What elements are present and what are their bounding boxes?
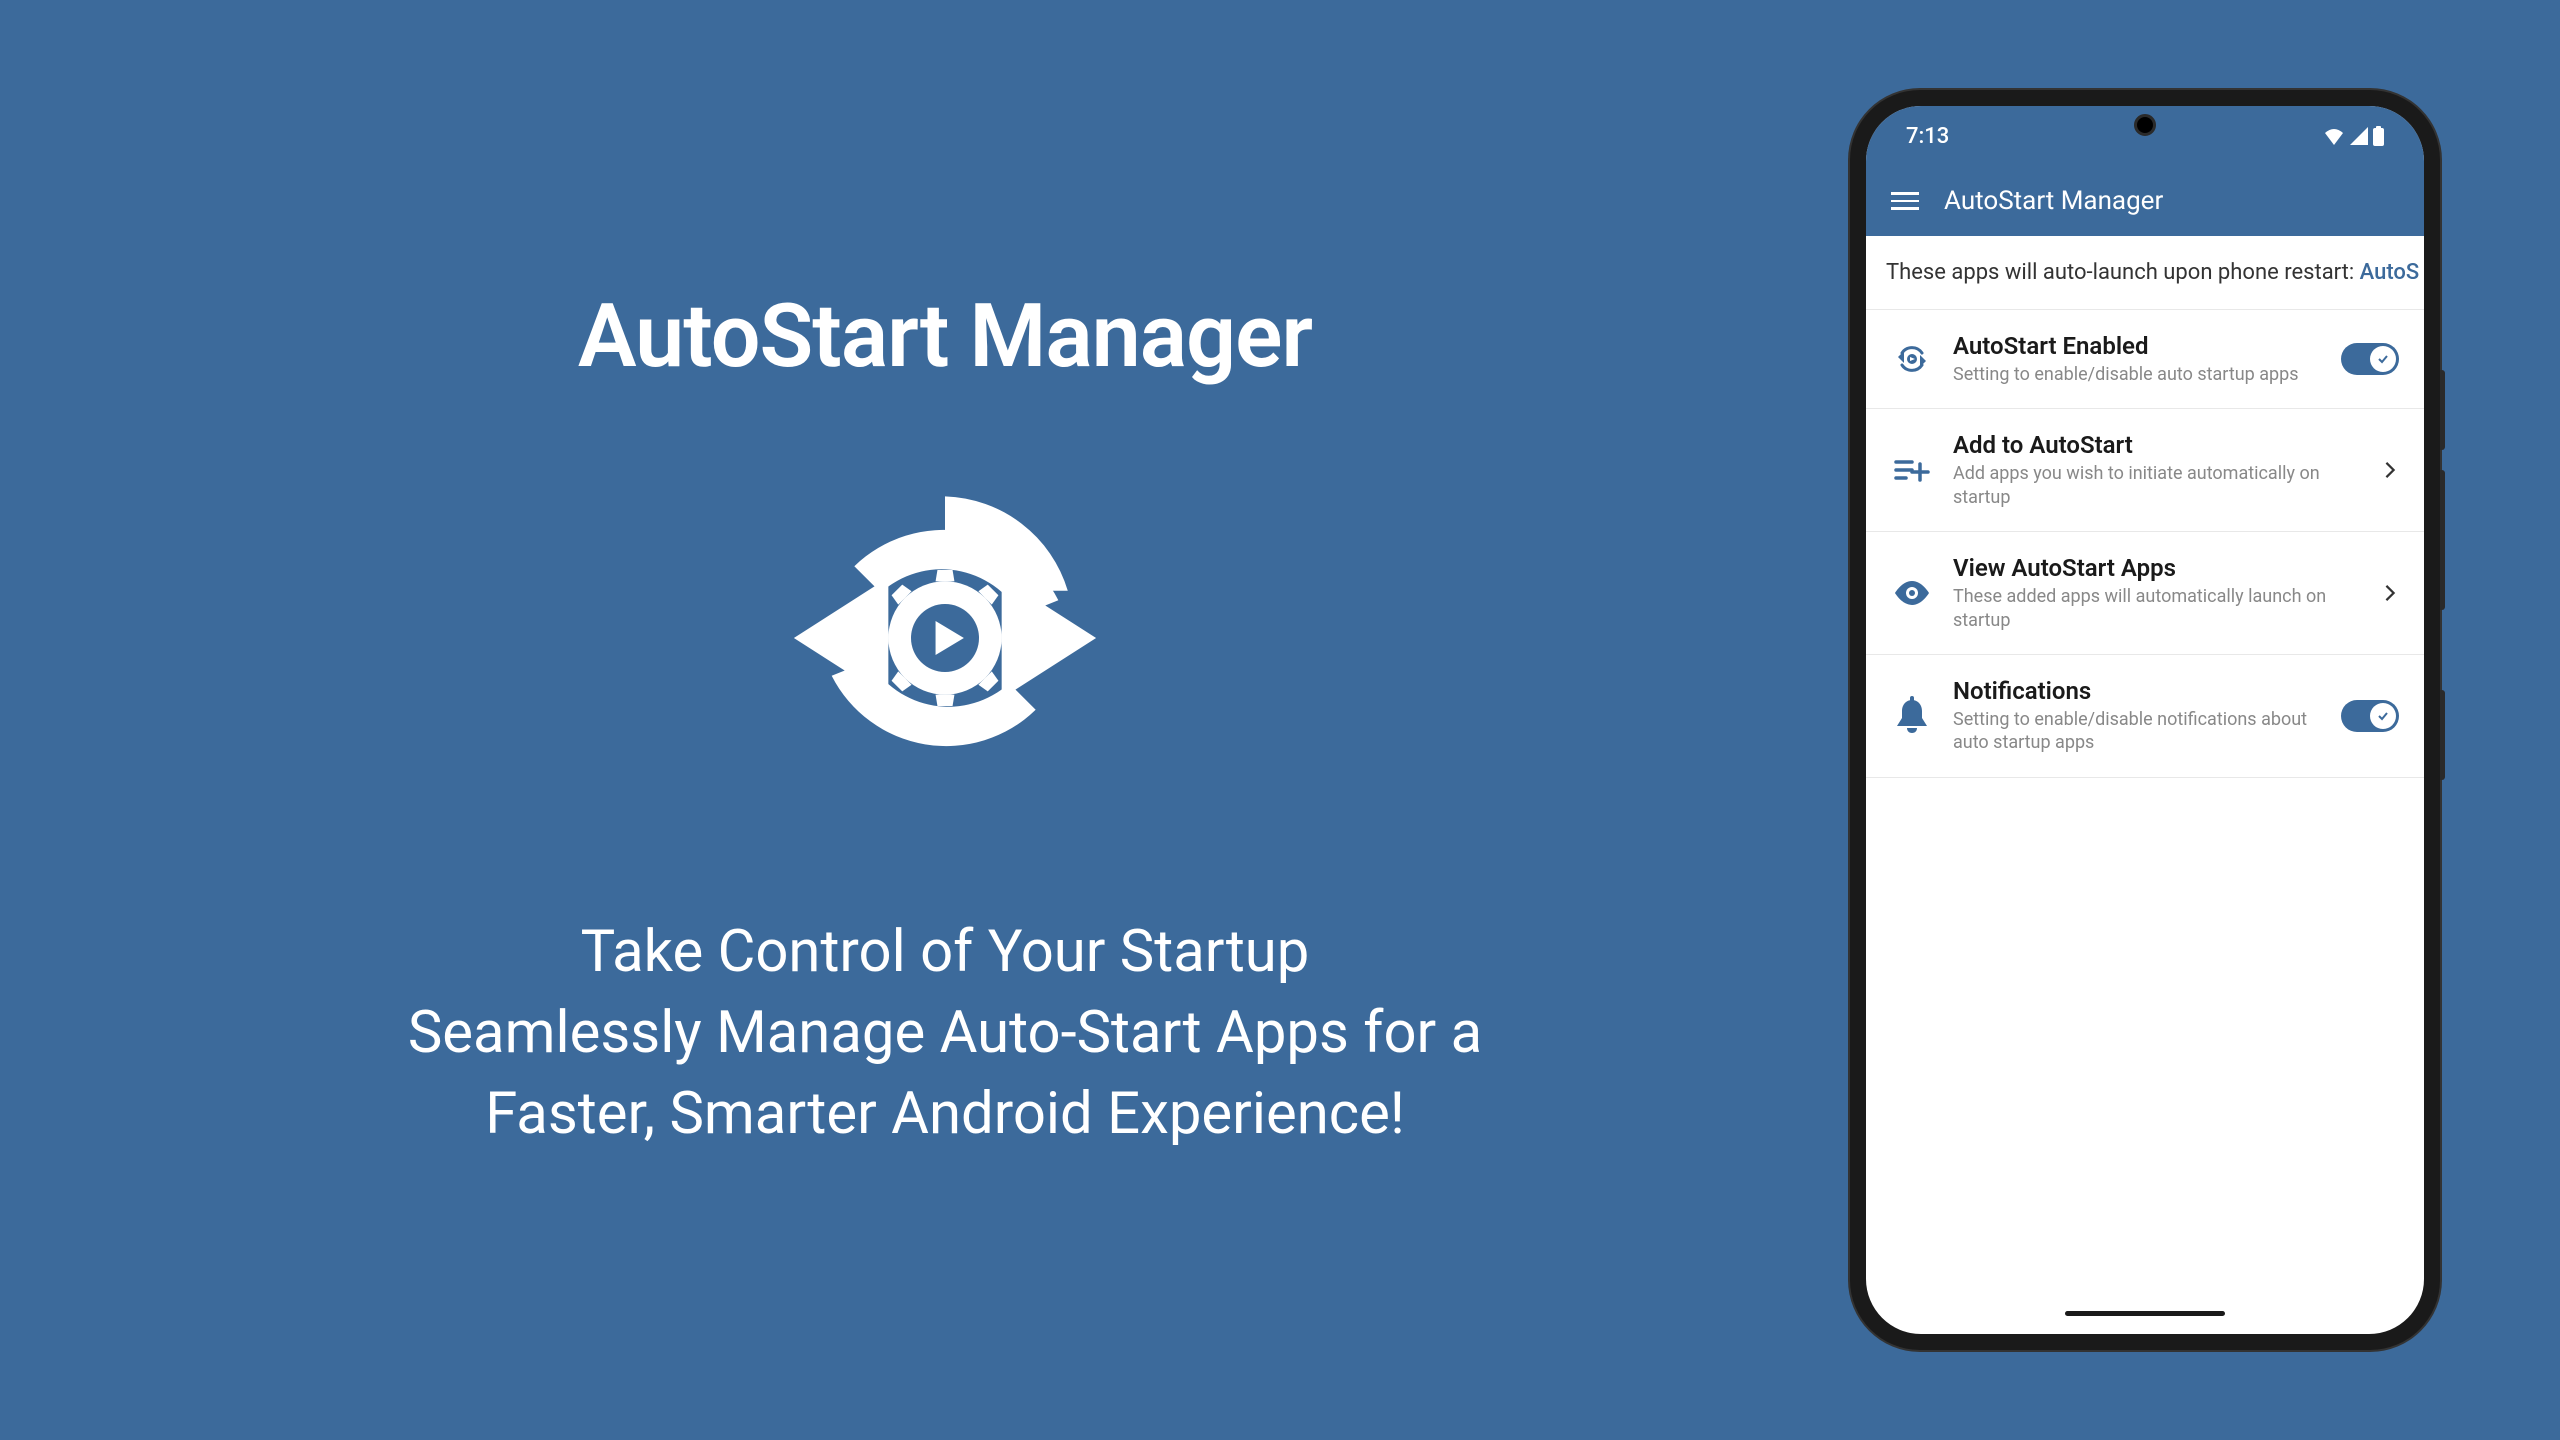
item-subtitle: Setting to enable/disable notifications … (1953, 708, 2321, 755)
promo-left-content: AutoStart Manager (100, 285, 1850, 1156)
wifi-icon (2323, 127, 2345, 145)
info-banner-link[interactable]: AutoS (2360, 260, 2420, 285)
item-title: Notifications (1953, 677, 2321, 705)
settings-item-notifications[interactable]: Notifications Setting to enable/disable … (1866, 655, 2424, 778)
phone-screen: 7:13 AutoStart Manager (1866, 106, 2424, 1334)
battery-icon (2373, 126, 2384, 146)
eye-icon (1891, 572, 1933, 614)
settings-list: AutoStart Enabled Setting to enable/disa… (1866, 310, 2424, 778)
info-banner-text: These apps will auto-launch upon phone r… (1886, 260, 2360, 285)
phone-side-button (2440, 690, 2445, 780)
autostart-toggle[interactable] (2341, 343, 2399, 375)
check-icon (2377, 710, 2389, 722)
item-subtitle: These added apps will automatically laun… (1953, 585, 2361, 632)
app-title: AutoStart Manager (578, 285, 1312, 388)
chevron-right-icon (2381, 584, 2399, 602)
settings-item-view-apps[interactable]: View AutoStart Apps These added apps wil… (1866, 532, 2424, 655)
item-subtitle: Add apps you wish to initiate automatica… (1953, 462, 2361, 509)
hamburger-menu-icon[interactable] (1891, 187, 1919, 215)
tagline: Take Control of Your Startup Seamlessly … (408, 912, 1482, 1156)
app-header: AutoStart Manager (1866, 166, 2424, 236)
item-content: Add to AutoStart Add apps you wish to in… (1953, 431, 2361, 509)
item-title: View AutoStart Apps (1953, 554, 2361, 582)
signal-icon (2350, 127, 2368, 145)
autostart-icon (1891, 338, 1933, 380)
info-banner: These apps will auto-launch upon phone r… (1866, 236, 2424, 310)
status-icons (2323, 126, 2384, 146)
phone-frame: 7:13 AutoStart Manager (1850, 90, 2440, 1350)
tagline-line-2: Seamlessly Manage Auto-Start Apps for a (408, 993, 1482, 1074)
item-content: View AutoStart Apps These added apps wil… (1953, 554, 2361, 632)
item-content: Notifications Setting to enable/disable … (1953, 677, 2321, 755)
phone-camera (2134, 114, 2156, 136)
settings-item-add-autostart[interactable]: Add to AutoStart Add apps you wish to in… (1866, 409, 2424, 532)
phone-mockup: 7:13 AutoStart Manager (1850, 90, 2440, 1350)
phone-side-button (2440, 370, 2445, 450)
item-subtitle: Setting to enable/disable auto startup a… (1953, 363, 2321, 386)
list-plus-icon (1891, 449, 1933, 491)
tagline-line-3: Faster, Smarter Android Experience! (408, 1074, 1482, 1155)
status-time: 7:13 (1906, 124, 1949, 149)
header-title: AutoStart Manager (1944, 186, 2163, 216)
app-logo (755, 468, 1135, 812)
check-icon (2377, 353, 2389, 365)
item-title: Add to AutoStart (1953, 431, 2361, 459)
settings-item-autostart-enabled[interactable]: AutoStart Enabled Setting to enable/disa… (1866, 310, 2424, 409)
item-content: AutoStart Enabled Setting to enable/disa… (1953, 332, 2321, 386)
phone-nav-bar (2065, 1311, 2225, 1316)
notifications-toggle[interactable] (2341, 700, 2399, 732)
bell-icon (1891, 695, 1933, 737)
chevron-right-icon (2381, 461, 2399, 479)
promo-banner: AutoStart Manager (0, 0, 2560, 1440)
phone-side-button (2440, 470, 2445, 610)
item-title: AutoStart Enabled (1953, 332, 2321, 360)
tagline-line-1: Take Control of Your Startup (408, 912, 1482, 993)
autostart-logo-icon (755, 468, 1135, 808)
